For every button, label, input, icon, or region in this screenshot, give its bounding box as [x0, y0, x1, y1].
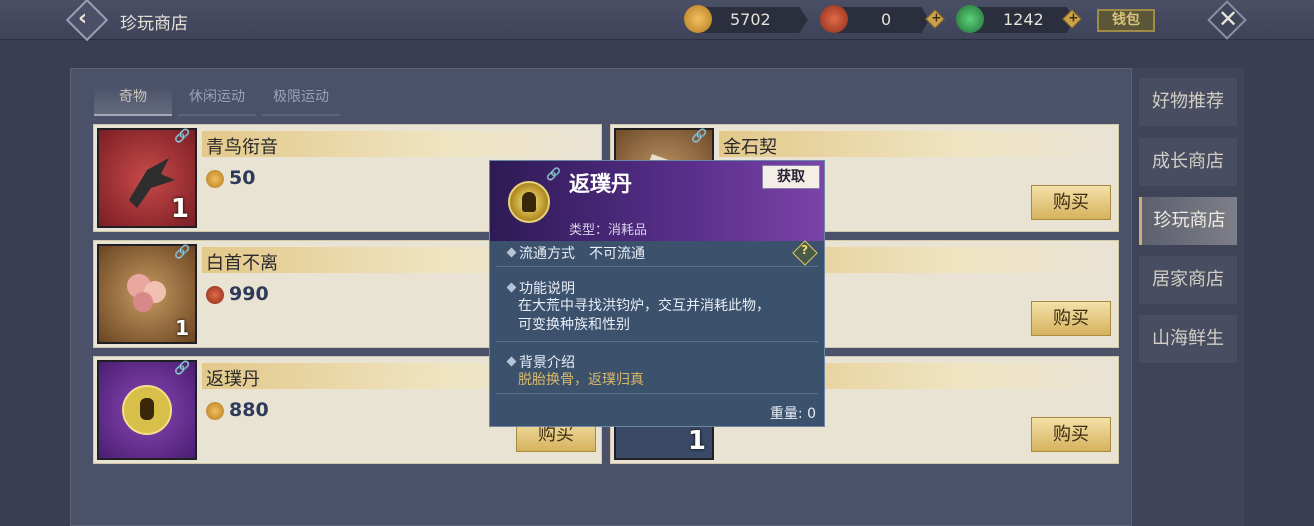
- item-quantity: 1: [175, 316, 189, 340]
- currency-gold: 5702: [684, 5, 809, 33]
- circulation-text: 流通方式 不可流通: [519, 246, 645, 262]
- help-icon[interactable]: ?: [792, 240, 818, 266]
- popup-header: 🔗 返璞丹 获取 类型：消耗品: [490, 161, 824, 241]
- tab-extreme-sports[interactable]: 极限运动: [262, 86, 340, 116]
- gold-coin-icon: [206, 170, 224, 188]
- item-name: 青鸟衔音: [206, 137, 278, 158]
- bullet-icon: [506, 282, 517, 293]
- shop-category-nav: 好物推荐 成长商店 珍玩商店 居家商店 山海鲜生: [1132, 68, 1244, 526]
- buy-button[interactable]: 购买: [1031, 185, 1111, 220]
- item-name: 白首不离: [206, 253, 278, 274]
- item-price: 990: [229, 283, 269, 305]
- gold-coin-icon: [206, 402, 224, 420]
- back-arrow-icon: ‹: [78, 6, 88, 31]
- link-icon: 🔗: [691, 129, 708, 144]
- circulation-row: 流通方式 不可流通: [506, 243, 645, 263]
- close-icon: ✕: [1218, 5, 1239, 33]
- page-title: 珍玩商店: [120, 14, 188, 34]
- wallet-button[interactable]: 钱包: [1097, 9, 1155, 32]
- item-quantity: 1: [687, 426, 706, 456]
- jade-value: 1242: [1003, 10, 1044, 29]
- divider: [496, 393, 818, 394]
- obtain-button[interactable]: 获取: [762, 165, 820, 189]
- divider: [496, 266, 818, 267]
- red-token-icon: [206, 286, 224, 304]
- link-icon: 🔗: [174, 361, 191, 376]
- back-button[interactable]: ‹: [65, 0, 109, 42]
- item-name: 返璞丹: [206, 369, 260, 390]
- item-type: 类型：消耗品: [569, 223, 648, 238]
- bullet-icon: [506, 247, 517, 258]
- nav-home-shop[interactable]: 居家商店: [1139, 256, 1237, 304]
- item-price: 880: [229, 399, 269, 421]
- elixir-pill-icon: [508, 181, 550, 223]
- popup-title: 返璞丹: [569, 172, 632, 196]
- gold-coin-icon: [684, 5, 712, 33]
- item-detail-popup: 🔗 返璞丹 获取 类型：消耗品 流通方式 不可流通 ? 功能说明 在大荒中寻找洪…: [489, 160, 825, 427]
- item-name: 金石契: [723, 137, 777, 158]
- function-line-2: 可变换种族和性别: [518, 317, 630, 333]
- nav-growth-shop[interactable]: 成长商店: [1139, 138, 1237, 186]
- buy-button[interactable]: 购买: [1031, 301, 1111, 336]
- link-icon: 🔗: [546, 167, 561, 181]
- nav-fresh-food[interactable]: 山海鲜生: [1139, 315, 1237, 363]
- buy-button[interactable]: 购买: [1031, 417, 1111, 452]
- red-value: 0: [881, 10, 892, 29]
- nav-recommended[interactable]: 好物推荐: [1139, 78, 1237, 126]
- function-title: 功能说明: [519, 281, 575, 297]
- gold-value: 5702: [730, 10, 771, 29]
- bullet-icon: [506, 356, 517, 367]
- jade-icon: [956, 5, 984, 33]
- tab-curios[interactable]: 奇物: [94, 86, 172, 116]
- nav-curio-shop[interactable]: 珍玩商店: [1139, 197, 1237, 245]
- link-icon: 🔗: [174, 245, 191, 260]
- currency-red: 0: [820, 5, 929, 33]
- red-token-icon: [820, 5, 848, 33]
- item-price: 50: [229, 167, 256, 189]
- top-bar: ‹ 珍玩商店 5702 0 + 1242 + 钱包 ✕: [0, 0, 1314, 42]
- background-title: 背景介绍: [519, 355, 575, 371]
- link-icon: 🔗: [174, 129, 191, 144]
- background-heading: 背景介绍: [506, 352, 575, 372]
- add-red-button[interactable]: +: [925, 9, 945, 29]
- item-weight: 重量: 0: [769, 406, 816, 422]
- function-heading: 功能说明: [506, 278, 575, 298]
- function-line-1: 在大荒中寻找洪钧炉，交互并消耗此物，: [518, 298, 770, 314]
- tab-leisure-sports[interactable]: 休闲运动: [178, 86, 256, 116]
- divider: [496, 341, 818, 342]
- background-text: 脱胎换骨，返璞归真: [518, 372, 644, 388]
- currency-jade: 1242: [956, 5, 1075, 33]
- close-button[interactable]: ✕: [1207, 0, 1247, 40]
- item-quantity: 1: [170, 194, 189, 224]
